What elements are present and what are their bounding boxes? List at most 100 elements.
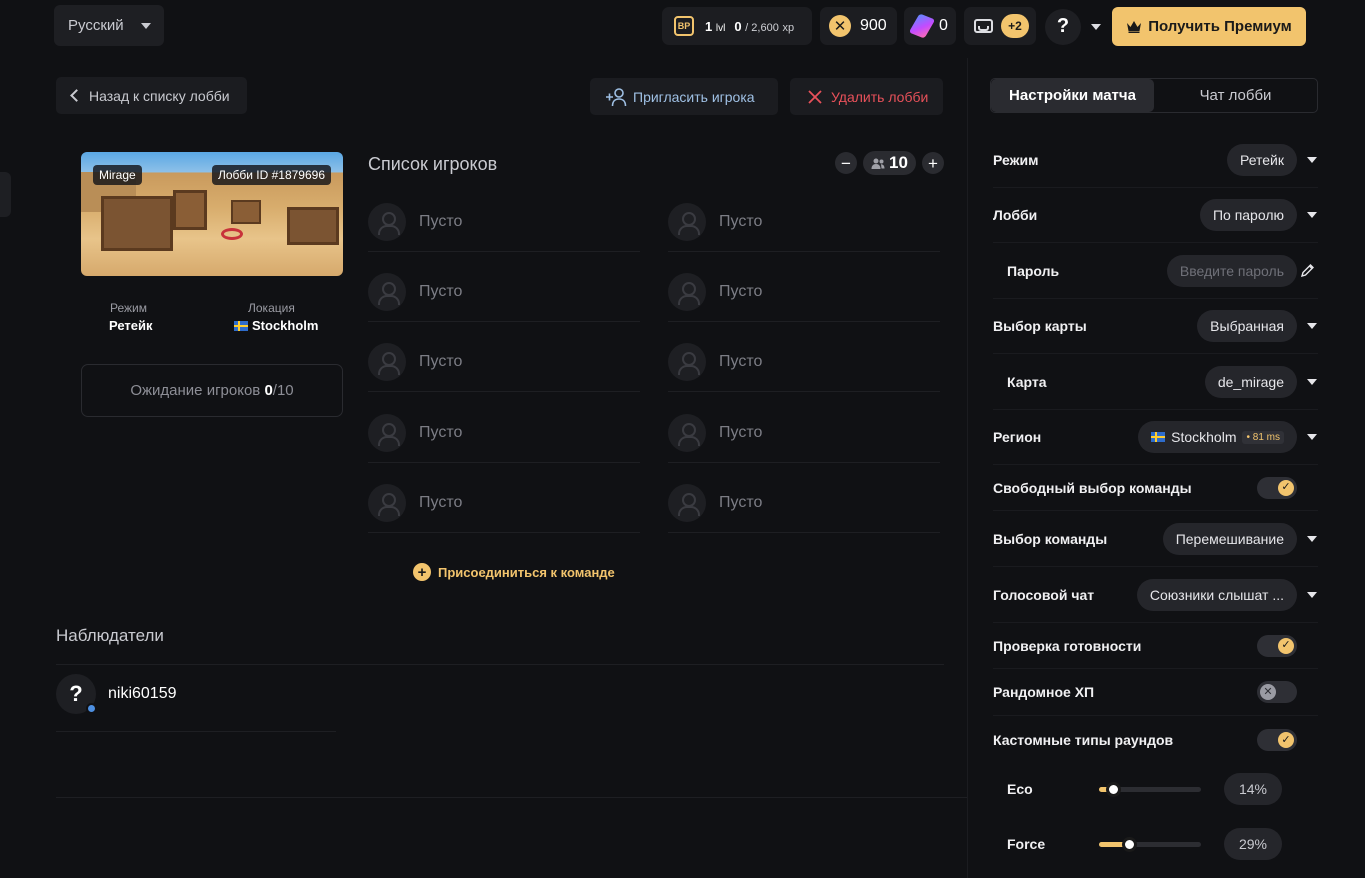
location-label: Локация	[248, 301, 295, 315]
setting-lobby: Лобби По паролю	[993, 188, 1318, 243]
slider-thumb[interactable]	[1106, 781, 1121, 797]
chevron-down-icon[interactable]	[1307, 535, 1317, 542]
setting-label: Выбор команды	[993, 530, 1108, 547]
ready-check-toggle[interactable]: ✓	[1257, 634, 1297, 657]
slider-label: Eco	[1007, 781, 1033, 797]
player-slot[interactable]: Пусто	[368, 262, 640, 322]
chevron-down-icon[interactable]	[1307, 434, 1317, 440]
spectators-title: Наблюдатели	[56, 626, 164, 645]
slider-thumb[interactable]	[1122, 836, 1137, 852]
slider-force: Force 29%	[1007, 824, 1317, 864]
coins-value: 900	[860, 17, 887, 34]
chevron-down-icon[interactable]	[1307, 212, 1317, 218]
ping-badge: • 81 ms	[1242, 430, 1284, 444]
player-slot[interactable]: Пусто	[668, 192, 940, 252]
region-select[interactable]: Stockholm • 81 ms	[1138, 421, 1297, 453]
player-count: 10	[863, 151, 916, 175]
player-slot[interactable]: Пусто	[368, 473, 640, 533]
battlepass-widget[interactable]: BP 1 lvl 0 / 2,600 xp	[662, 7, 812, 45]
waiting-status: Ожидание игроков 0/10	[81, 364, 343, 417]
increase-players-button[interactable]: +	[921, 152, 944, 174]
language-label: Русский	[68, 17, 124, 34]
battlepass-level: 1 lvl	[705, 18, 726, 34]
player-slot[interactable]: Пусто	[368, 332, 640, 392]
avatar-placeholder-icon	[668, 483, 706, 522]
chevron-left-icon	[70, 89, 83, 102]
player-slot[interactable]: Пусто	[668, 403, 940, 463]
decrease-players-button[interactable]: −	[835, 152, 857, 174]
avatar-placeholder-icon	[668, 342, 706, 381]
gems-value: 0	[939, 17, 948, 34]
chevron-down-icon[interactable]	[1307, 323, 1317, 329]
divider	[56, 664, 944, 665]
setting-label: Регион	[993, 429, 1042, 445]
random-hp-toggle[interactable]: ✕	[1257, 681, 1297, 703]
language-select[interactable]: Русский	[54, 5, 164, 46]
mode-select[interactable]: Ретейк	[1226, 144, 1297, 176]
player-slot-label: Пусто	[419, 493, 463, 511]
setting-label: Рандомное ХП	[993, 684, 1095, 700]
setting-label: Выбор карты	[993, 318, 1087, 334]
inbox-button[interactable]: +2	[964, 7, 1036, 45]
avatar-placeholder-icon	[668, 272, 706, 311]
team-select[interactable]: Перемешивание	[1162, 522, 1297, 555]
mode-value: Ретейк	[109, 318, 153, 333]
force-slider[interactable]	[1099, 836, 1201, 852]
check-icon: ✓	[1278, 479, 1294, 496]
setting-map: Карта de_mirage	[993, 354, 1318, 410]
pencil-icon[interactable]	[1300, 263, 1315, 278]
tab-lobby-chat[interactable]: Чат лобби	[1154, 79, 1317, 112]
lobby-id-tag: Лобби ID #1879696	[211, 165, 331, 185]
avatar-placeholder-icon	[368, 483, 406, 522]
custom-rounds-toggle[interactable]: ✓	[1257, 729, 1297, 751]
back-label: Назад к списку лобби	[89, 87, 230, 104]
setting-label: Пароль	[1007, 262, 1060, 279]
player-slot[interactable]: Пусто	[368, 403, 640, 463]
get-premium-button[interactable]: Получить Премиум	[1112, 7, 1306, 46]
map-select[interactable]: de_mirage	[1204, 365, 1297, 398]
player-slot-label: Пусто	[419, 352, 463, 370]
join-team-label: Присоединиться к команде	[438, 564, 615, 580]
player-slot-label: Пусто	[419, 282, 463, 300]
player-slot[interactable]: Пусто	[668, 473, 940, 533]
player-count-control: − 10 +	[835, 150, 944, 176]
sweden-flag-icon	[234, 320, 248, 331]
player-slot[interactable]: Пусто	[668, 332, 940, 392]
password-input[interactable]: Введите пароль	[1166, 254, 1297, 287]
spectator-item[interactable]: ? niki60159	[56, 674, 177, 714]
player-slot[interactable]: Пусто	[668, 262, 940, 322]
chevron-down-icon[interactable]	[1307, 591, 1317, 598]
avatar-placeholder-icon	[368, 272, 406, 311]
chevron-down-icon[interactable]	[1307, 157, 1317, 163]
player-slot[interactable]: Пусто	[368, 192, 640, 252]
map-select-mode[interactable]: Выбранная	[1197, 310, 1297, 342]
help-menu[interactable]: ?	[1045, 6, 1105, 47]
spectator-name: niki60159	[108, 685, 177, 702]
help-icon: ?	[1045, 8, 1081, 45]
setting-map-select: Выбор карты Выбранная	[993, 299, 1318, 354]
force-value: 29%	[1224, 828, 1282, 860]
delete-label: Удалить лобби	[831, 88, 929, 105]
free-team-toggle[interactable]: ✓	[1257, 476, 1297, 499]
setting-ready-check: Проверка готовности ✓	[993, 623, 1318, 669]
chevron-down-icon[interactable]	[1307, 378, 1317, 385]
check-icon: ✓	[1278, 732, 1294, 748]
setting-label: Режим	[993, 152, 1039, 168]
invite-player-button[interactable]: Пригласить игрока	[590, 78, 778, 115]
coins-widget[interactable]: ✕ 900	[820, 7, 897, 45]
gems-widget[interactable]: 0	[904, 7, 956, 45]
tab-match-settings[interactable]: Настройки матча	[991, 79, 1154, 112]
delete-lobby-button[interactable]: Удалить лобби	[790, 78, 943, 115]
player-slot-label: Пусто	[719, 212, 763, 230]
back-to-lobby-list-button[interactable]: Назад к списку лобби	[56, 77, 247, 114]
player-slot-label: Пусто	[419, 423, 463, 441]
setting-password: Пароль Введите пароль	[993, 243, 1318, 299]
settings-tabs: Настройки матча Чат лобби	[990, 78, 1318, 113]
sidebar-toggle[interactable]	[0, 172, 11, 217]
lobby-type-select[interactable]: По паролю	[1199, 199, 1297, 231]
join-team-button[interactable]: + Присоединиться к команде	[413, 563, 615, 581]
voice-chat-select[interactable]: Союзники слышат ...	[1136, 578, 1297, 611]
eco-slider[interactable]	[1099, 781, 1201, 797]
setting-random-hp: Рандомное ХП ✕	[993, 669, 1318, 716]
player-slot-label: Пусто	[719, 493, 763, 511]
